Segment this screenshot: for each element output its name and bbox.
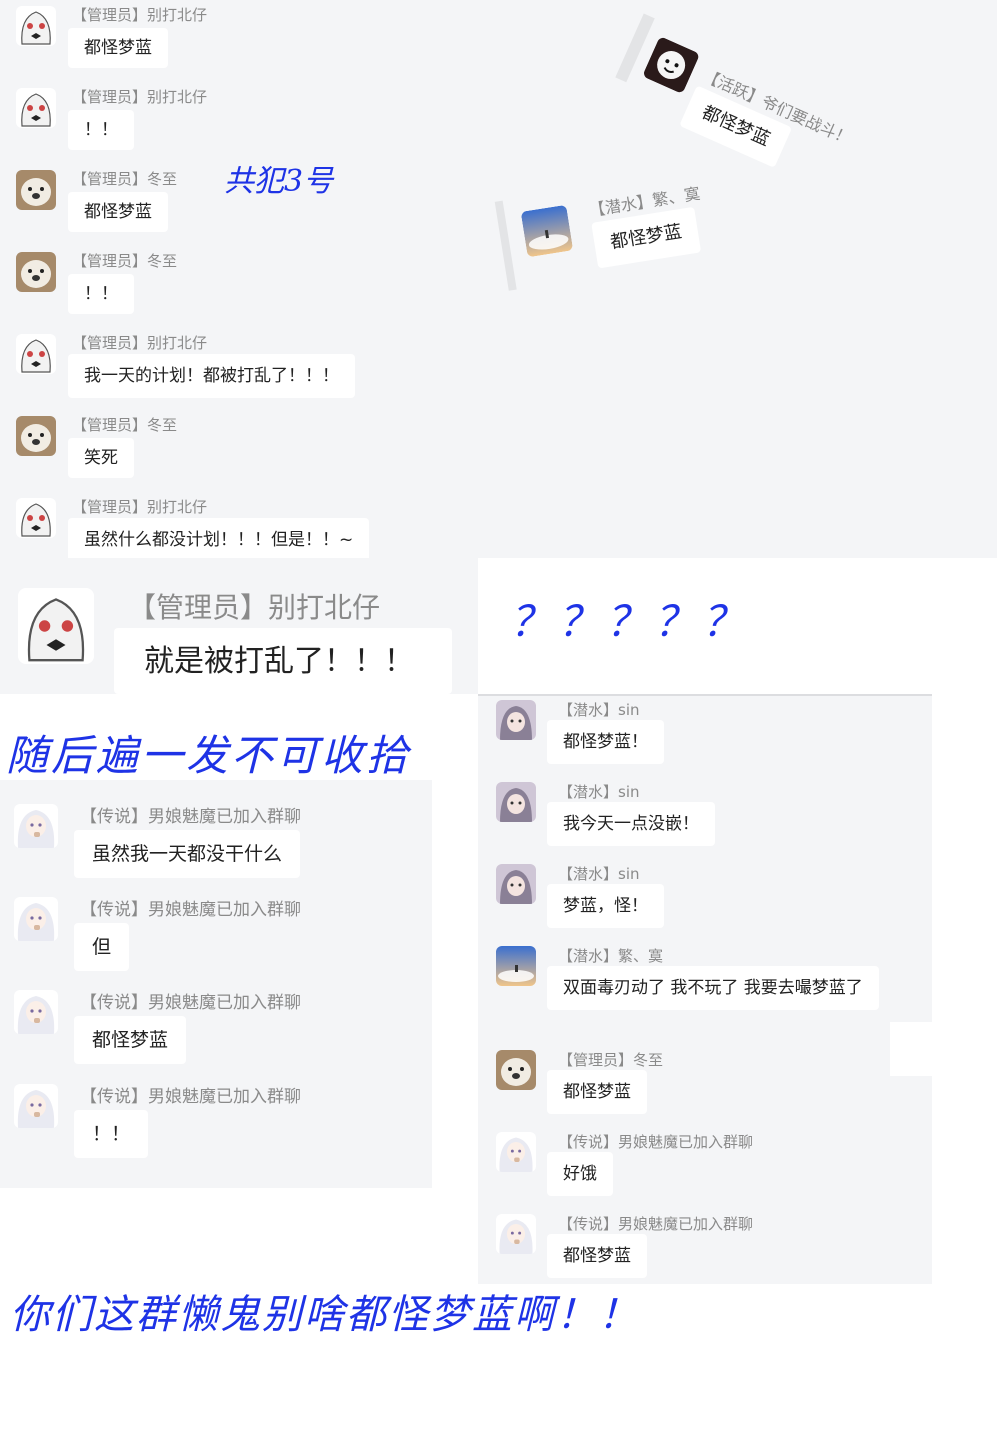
message-bubble[interactable]: 都怪梦蓝 [68,192,168,232]
sky-icon[interactable] [496,946,536,986]
message-bubble[interactable]: 双面毒刃动了 我不玩了 我要去嘬梦蓝了 [547,966,879,1010]
member-tag: 【传说】 [80,900,148,920]
member-name: 男娘魅魔已加入群聊 [148,993,301,1013]
ghost-girl-icon[interactable] [18,588,94,664]
member-name: 男娘魅魔已加入群聊 [148,807,301,827]
sky-icon[interactable] [520,204,574,258]
white-hair-girl-icon[interactable] [14,1084,58,1128]
message-bubble[interactable]: 虽然我一天都没干什么 [74,830,301,878]
member-tag: 【管理员】 [72,6,148,24]
member-name: 别打北仔 [147,498,208,516]
message-bubble[interactable]: 就是被打乱了！！！ [114,628,452,694]
white-hair-girl-icon[interactable] [14,897,58,941]
member-tag: 【管理员】 [72,88,148,106]
anime-girl-icon[interactable] [496,700,536,740]
member-tag: 【管理员】 [72,170,148,188]
seal-icon[interactable] [496,1050,536,1090]
message-bubble[interactable]: 都怪梦蓝 [547,1070,647,1114]
annotation-accomplice: 共犯3号 [224,164,334,199]
member-tag: 【管理员】 [558,1051,634,1069]
white-hair-girl-icon[interactable] [14,804,58,848]
seal-icon[interactable] [16,416,56,456]
member-name: 别打北仔 [147,88,208,106]
divider [494,200,517,291]
member-tag: 【管理员】 [72,334,148,352]
member-tag: 【传说】 [80,807,148,827]
member-tag: 【传说】 [558,1133,619,1151]
tilted-message-diving: 【潜水】繁、寞 都怪梦蓝 [494,174,751,297]
white-hair-girl-icon[interactable] [14,990,58,1034]
member-name: 别打北仔 [147,334,208,352]
message-bubble[interactable]: 都怪梦蓝 [68,28,168,68]
member-name: 冬至 [633,1051,664,1069]
message-bubble[interactable]: 但 [74,923,130,971]
member-tag: 【潜水】 [558,947,619,965]
annotation-question-marks: ？？？？？ [510,597,751,646]
message-bubble[interactable]: 笑死 [68,438,134,478]
caption-middle: 随后遍一发不可收拾 [6,731,412,780]
message-bubble[interactable]: 都怪梦蓝 [547,1234,647,1278]
marshmello-icon[interactable] [642,36,701,95]
member-tag: 【管理员】 [72,252,148,270]
message-bubble[interactable]: 我一天的计划！都被打乱了！！！ [68,354,355,398]
message-bubble[interactable]: 虽然什么都没计划！！！但是！！~ [68,518,370,558]
message-bubble[interactable]: 梦蓝，怪！ [547,884,664,928]
ghost-girl-icon[interactable] [16,498,56,538]
member-name: 男娘魅魔已加入群聊 [618,1215,754,1233]
member-name: 男娘魅魔已加入群聊 [618,1133,754,1151]
member-name: 男娘魅魔已加入群聊 [148,900,301,920]
caption-bottom: 你们这群懒鬼别啥都怪梦蓝啊！！ [10,1292,640,1338]
white-hair-girl-icon[interactable] [496,1214,536,1254]
ghost-girl-icon[interactable] [16,334,56,374]
ghost-girl-icon[interactable] [16,88,56,128]
message-bubble[interactable]: 都怪梦蓝 [74,1016,187,1064]
ghost-girl-icon[interactable] [16,6,56,46]
member-tag: 【传说】 [80,1087,148,1107]
member-name: 繁、寞 [651,183,702,211]
member-name: 别打北仔 [147,6,208,24]
member-tag: 【管理员】 [72,416,148,434]
divider [478,694,932,696]
anime-girl-icon[interactable] [496,864,536,904]
member-name: sin [618,701,640,719]
seal-icon[interactable] [16,252,56,292]
member-tag: 【传说】 [80,993,148,1013]
chat-panel-top: 【管理员】别打北仔 都怪梦蓝 【管理员】别打北仔 ！！ 【管理员】冬至 都怪梦蓝… [0,0,997,558]
member-tag: 【管理员】 [128,591,269,624]
message-bubble[interactable]: ！！ [74,1110,149,1158]
member-name: 男娘魅魔已加入群聊 [148,1087,301,1107]
anime-girl-icon[interactable] [496,782,536,822]
message-bubble[interactable]: 好饿 [547,1152,613,1196]
seal-icon[interactable] [16,170,56,210]
member-name: 冬至 [147,252,178,270]
message-bubble[interactable]: 都怪梦蓝！ [547,720,664,764]
white-hair-girl-icon[interactable] [496,1132,536,1172]
member-name: sin [618,783,640,801]
member-name: sin [618,865,640,883]
zoomed-message-panel: 【管理员】别打北仔 就是被打乱了！！！ [0,558,478,694]
message-bubble[interactable]: ！！ [68,110,134,150]
message-bubble[interactable]: 我今天一点没嵌！ [547,802,715,846]
member-name: 别打北仔 [268,591,381,624]
member-tag: 【潜水】 [558,865,619,883]
chat-panel-left: 【传说】男娘魅魔已加入群聊 虽然我一天都没干什么 【传说】男娘魅魔已加入群聊 但… [0,780,432,1188]
divider [890,1022,932,1076]
chat-panel-right: 【潜水】sin 都怪梦蓝！ 【潜水】sin 我今天一点没嵌！ 【潜水】sin 梦… [478,694,932,1284]
member-name: 繁、寞 [618,947,664,965]
member-tag: 【管理员】 [72,498,148,516]
member-tag: 【潜水】 [558,783,619,801]
member-name: 冬至 [147,416,178,434]
member-tag: 【潜水】 [558,701,619,719]
member-name: 冬至 [147,170,178,188]
member-tag: 【传说】 [558,1215,619,1233]
message-bubble[interactable]: ！！ [68,274,134,314]
